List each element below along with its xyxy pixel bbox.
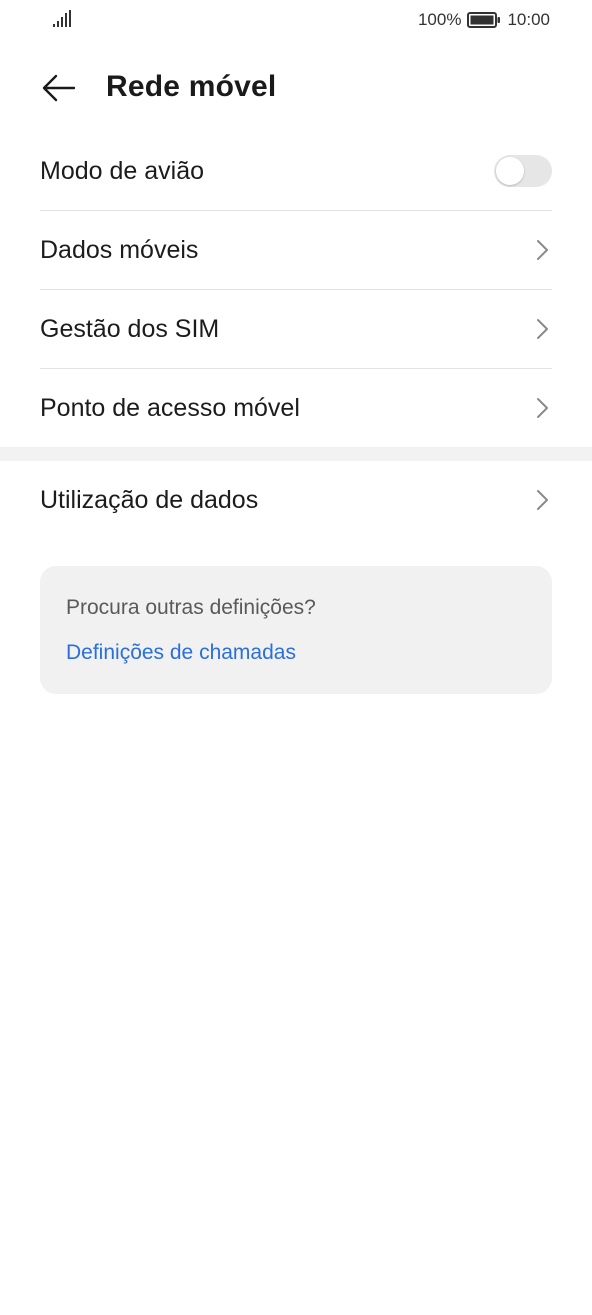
airplane-mode-row[interactable]: Modo de avião — [40, 132, 552, 211]
page-title: Rede móvel — [106, 70, 277, 103]
chevron-right-icon — [537, 240, 548, 260]
status-right: 100% 10:00 — [418, 8, 550, 32]
section-divider — [0, 447, 592, 461]
sim-management-label: Gestão dos SIM — [40, 314, 220, 343]
app-header: Rede móvel — [0, 60, 592, 116]
arrow-left-icon — [42, 74, 76, 102]
signal-bars-icon — [53, 10, 71, 27]
sim-management-row[interactable]: Gestão dos SIM — [40, 290, 552, 369]
back-button[interactable] — [34, 64, 82, 112]
chevron-right-icon — [537, 319, 548, 339]
hotspot-row[interactable]: Ponto de acesso móvel — [40, 369, 552, 447]
suggestion-card: Procura outras definições? Definições de… — [40, 566, 552, 694]
suggestion-hint: Procura outras definições? — [66, 596, 316, 619]
airplane-mode-toggle[interactable] — [494, 155, 552, 187]
chevron-right-icon — [537, 490, 548, 510]
call-settings-link[interactable]: Definições de chamadas — [66, 641, 296, 665]
chevron-right-icon — [537, 398, 548, 418]
status-bar: 100% 10:00 — [0, 0, 592, 40]
battery-percent: 100% — [417, 10, 462, 29]
battery-full-icon — [467, 12, 501, 28]
mobile-data-label: Dados móveis — [40, 235, 199, 264]
clock: 10:00 — [507, 10, 550, 29]
settings-list-network: Modo de avião Dados móveis Gestão dos SI… — [40, 132, 552, 447]
data-usage-label: Utilização de dados — [40, 485, 259, 514]
airplane-mode-label: Modo de avião — [40, 156, 205, 185]
data-usage-row[interactable]: Utilização de dados — [40, 461, 552, 539]
settings-list-usage: Utilização de dados — [40, 461, 552, 539]
hotspot-label: Ponto de acesso móvel — [40, 393, 300, 422]
mobile-data-row[interactable]: Dados móveis — [40, 211, 552, 290]
toggle-knob — [496, 157, 524, 185]
